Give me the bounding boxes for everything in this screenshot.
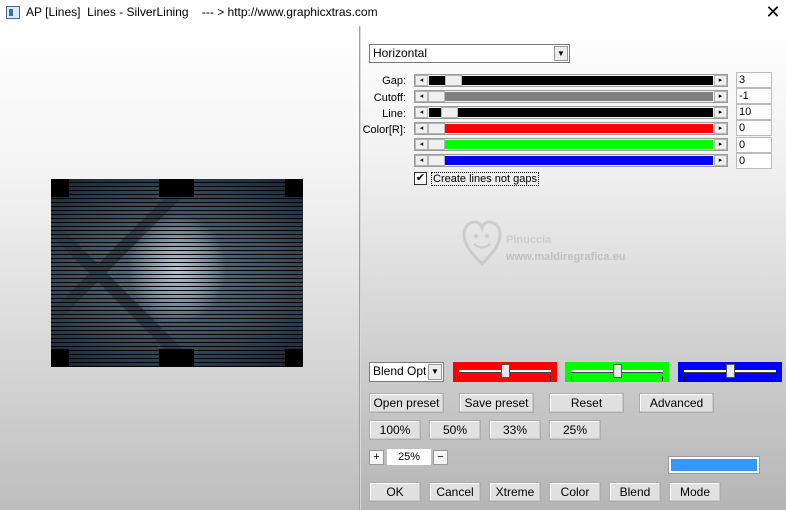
cutoff-slider-thumb[interactable] (428, 91, 445, 102)
line-slider-track[interactable] (429, 108, 713, 117)
gap-label: Gap: (382, 75, 406, 87)
zoom-33-button[interactable]: 33% (489, 420, 541, 440)
slider-tick (571, 376, 572, 381)
arrow-left-icon[interactable]: ◂ (415, 139, 428, 150)
cutoff-value[interactable]: -1 (736, 88, 772, 104)
zoom-out-button[interactable]: − (433, 450, 448, 465)
arrow-left-icon[interactable]: ◂ (415, 107, 428, 118)
arrow-right-icon[interactable]: ▸ (714, 155, 727, 166)
watermark-name: Pinuccia (506, 234, 552, 246)
slider-tick (459, 376, 460, 381)
cutoff-label: Cutoff: (373, 92, 406, 104)
watermark: Pinuccia www.maldiregrafica.eu (462, 220, 637, 270)
arrow-right-icon[interactable]: ▸ (714, 107, 727, 118)
color-r-value[interactable]: 0 (736, 120, 772, 136)
line-slider-thumb[interactable] (441, 107, 458, 118)
slider-tick (684, 376, 685, 381)
cutoff-slider[interactable]: ◂ ▸ (414, 90, 728, 103)
slider-tick (550, 376, 551, 381)
blend-options-select[interactable]: Blend Optio ▼ (369, 362, 444, 382)
create-lines-checkbox[interactable]: ✔ (414, 172, 427, 185)
line-slider[interactable]: ◂ ▸ (414, 106, 728, 119)
green-channel-slider[interactable] (565, 362, 669, 382)
line-value[interactable]: 10 (736, 104, 772, 120)
color-g-slider[interactable]: ◂ ▸ (414, 138, 728, 151)
preview-corner (159, 179, 194, 197)
arrow-left-icon[interactable]: ◂ (415, 75, 428, 86)
xtreme-button[interactable]: Xtreme (489, 482, 541, 502)
color-g-value[interactable]: 0 (736, 137, 772, 153)
create-lines-label[interactable]: Create lines not gaps (431, 172, 539, 186)
watermark-url: www.maldiregrafica.eu (506, 251, 626, 263)
reset-button[interactable]: Reset (549, 393, 624, 413)
save-preset-button[interactable]: Save preset (459, 393, 534, 413)
color-b-slider[interactable]: ◂ ▸ (414, 154, 728, 167)
color-g-slider-track[interactable] (429, 140, 713, 149)
arrow-left-icon[interactable]: ◂ (415, 91, 428, 102)
arrow-left-icon[interactable]: ◂ (415, 123, 428, 134)
open-preset-button[interactable]: Open preset (369, 393, 444, 413)
blend-options-value: Blend Optio (373, 364, 426, 378)
cancel-button[interactable]: Cancel (429, 482, 481, 502)
arrow-right-icon[interactable]: ▸ (714, 139, 727, 150)
color-g-slider-thumb[interactable] (428, 139, 445, 150)
blue-channel-slider[interactable] (678, 362, 782, 382)
arrow-right-icon[interactable]: ▸ (714, 91, 727, 102)
arrow-right-icon[interactable]: ▸ (714, 123, 727, 134)
slider-knob[interactable] (500, 364, 510, 378)
color-b-slider-track[interactable] (429, 156, 713, 165)
zoom-100-button[interactable]: 100% (369, 420, 421, 440)
close-button[interactable]: ✕ (760, 0, 786, 26)
gap-slider-thumb[interactable] (445, 75, 462, 86)
mode-button[interactable]: Mode (669, 482, 721, 502)
arrow-left-icon[interactable]: ◂ (415, 155, 428, 166)
chevron-down-icon[interactable]: ▼ (428, 364, 442, 380)
arrow-right-icon[interactable]: ▸ (714, 75, 727, 86)
preview-lines-overlay (51, 179, 303, 367)
color-r-slider[interactable]: ◂ ▸ (414, 122, 728, 135)
chevron-down-icon[interactable]: ▼ (554, 46, 568, 61)
line-label: Line: (382, 108, 406, 120)
slider-knob[interactable] (612, 364, 622, 378)
color-b-slider-thumb[interactable] (428, 155, 445, 166)
preview-corner (159, 349, 194, 367)
color-b-value[interactable]: 0 (736, 153, 772, 169)
preview-corner (51, 179, 69, 197)
zoom-25-button[interactable]: 25% (549, 420, 601, 440)
zoom-value: 25% (387, 449, 431, 465)
preview-corner (285, 179, 303, 197)
direction-select[interactable]: Horizontal ▼ (369, 44, 570, 63)
gap-slider[interactable]: ◂ ▸ (414, 74, 728, 87)
gap-slider-track[interactable] (429, 76, 713, 85)
title-bar: AP [Lines] Lines - SilverLining --- > ht… (0, 0, 786, 26)
cutoff-slider-track[interactable] (429, 92, 713, 101)
color-r-slider-track[interactable] (429, 124, 713, 133)
preview-corner (51, 349, 69, 367)
slider-tick (662, 376, 663, 381)
zoom-in-button[interactable]: + (369, 450, 384, 465)
color-swatch[interactable] (668, 456, 760, 474)
color-button[interactable]: Color (549, 482, 601, 502)
color-r-label: Color[R]: (362, 124, 406, 136)
red-channel-slider[interactable] (453, 362, 557, 382)
zoom-50-button[interactable]: 50% (429, 420, 481, 440)
slider-knob[interactable] (725, 364, 735, 378)
heart-icon (462, 220, 502, 266)
ok-button[interactable]: OK (369, 482, 421, 502)
blend-button[interactable]: Blend (609, 482, 661, 502)
preview-corner (285, 349, 303, 367)
preview-pane (0, 26, 359, 510)
window-title: AP [Lines] Lines - SilverLining --- > ht… (26, 5, 378, 19)
color-r-slider-thumb[interactable] (428, 123, 445, 134)
advanced-button[interactable]: Advanced (639, 393, 714, 413)
direction-select-value: Horizontal (373, 46, 428, 60)
gap-value[interactable]: 3 (736, 72, 772, 88)
slider-tick (775, 376, 776, 381)
preview-image[interactable] (51, 179, 303, 367)
app-icon (6, 6, 20, 19)
